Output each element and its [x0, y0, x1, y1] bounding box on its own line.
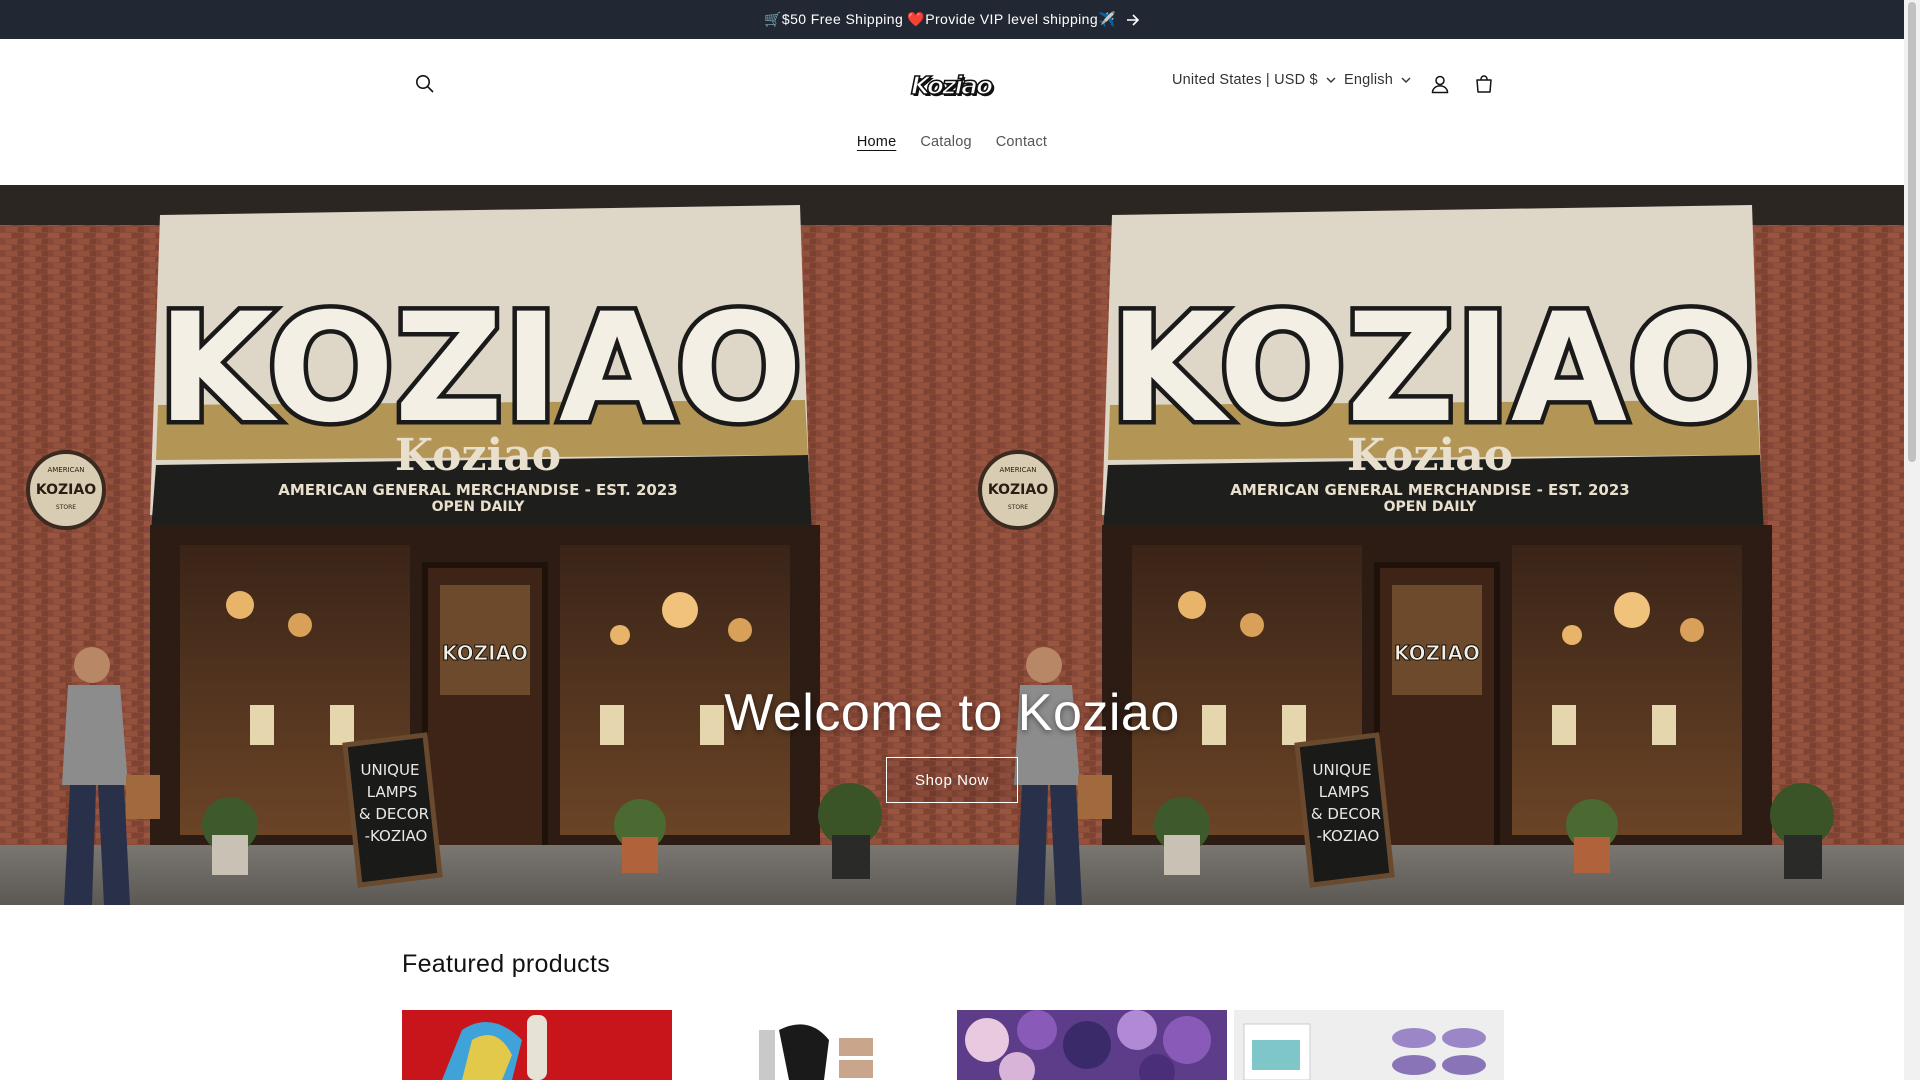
window-logo: KOZIAO: [1394, 641, 1480, 665]
window-logo: KOZIAO: [442, 641, 528, 665]
product-image: [402, 1010, 672, 1080]
sign-line-1: UNIQUE: [361, 761, 420, 779]
product-card[interactable]: [402, 1010, 672, 1080]
badge-top: AMERICAN: [999, 466, 1036, 474]
bag-icon: [1476, 75, 1492, 93]
scrollbar-thumb[interactable]: [1908, 2, 1916, 462]
page-scrollbar[interactable]: [1904, 0, 1920, 1080]
cart-button[interactable]: [1464, 64, 1504, 104]
nav-item-home[interactable]: Home: [857, 134, 896, 150]
sign-line-1: UNIQUE: [1313, 761, 1372, 779]
banner-hours: OPEN DAILY: [1384, 499, 1478, 515]
announcement-bar[interactable]: 🛒$50 Free Shipping ❤️Provide VIP level s…: [0, 0, 1904, 39]
banner-tagline: AMERICAN GENERAL MERCHANDISE - EST. 2023: [278, 481, 677, 499]
account-button[interactable]: [1420, 64, 1460, 104]
banner-tagline: AMERICAN GENERAL MERCHANDISE - EST. 2023: [1230, 481, 1629, 499]
badge-bottom: STORE: [1008, 504, 1028, 511]
storefront-image: KOZIAO Koziao AMERICAN GENERAL MERCHANDI…: [0, 185, 952, 905]
storefront-image: KOZIAO Koziao AMERICAN GENERAL MERCHANDI…: [952, 185, 1904, 905]
chevron-down-icon: [1401, 77, 1411, 83]
search-button[interactable]: [405, 64, 445, 104]
featured-products-title: Featured products: [402, 950, 610, 978]
nav-item-catalog[interactable]: Catalog: [920, 134, 971, 150]
sign-line-3: & DECOR: [359, 805, 429, 823]
sign-line-4: -KOZIAO: [1317, 827, 1380, 845]
badge-name: KOZIAO: [988, 482, 1048, 498]
sign-line-4: -KOZIAO: [365, 827, 428, 845]
chevron-down-icon: [1326, 77, 1336, 83]
badge-name: KOZIAO: [36, 482, 96, 498]
country-label: United States | USD $: [1172, 72, 1318, 88]
search-icon: [416, 75, 434, 93]
hero-image-left: KOZIAO Koziao AMERICAN GENERAL MERCHANDI…: [0, 185, 952, 905]
sign-line-2: LAMPS: [367, 783, 417, 801]
sign-line-2: LAMPS: [1319, 783, 1369, 801]
product-card[interactable]: [679, 1010, 949, 1080]
badge-top: AMERICAN: [47, 466, 84, 474]
language-label: English: [1344, 72, 1393, 88]
hero-image-right: KOZIAO Koziao AMERICAN GENERAL MERCHANDI…: [952, 185, 1904, 905]
product-image: [679, 1010, 949, 1080]
badge-bottom: STORE: [56, 504, 76, 511]
logo-text: Koziao: [910, 70, 994, 101]
banner-hours: OPEN DAILY: [432, 499, 526, 515]
sign-line-3: & DECOR: [1311, 805, 1381, 823]
arrow-right-icon[interactable]: [1126, 13, 1140, 26]
country-selector[interactable]: United States | USD $: [1172, 72, 1336, 88]
user-icon: [1431, 75, 1449, 94]
product-image: [957, 1010, 1227, 1080]
banner-name: Koziao: [395, 430, 561, 481]
announcement-text: 🛒$50 Free Shipping ❤️Provide VIP level s…: [764, 11, 1116, 27]
site-header: Koziao United States | USD $ English Hom…: [0, 39, 1904, 185]
shop-now-button[interactable]: Shop Now: [886, 757, 1018, 803]
product-grid: [402, 1010, 1504, 1080]
hero-banner: KOZIAO Koziao AMERICAN GENERAL MERCHANDI…: [0, 185, 1904, 905]
language-selector[interactable]: English: [1344, 72, 1411, 88]
product-card[interactable]: [1234, 1010, 1504, 1080]
product-image: [1234, 1010, 1504, 1080]
banner-name: Koziao: [1347, 430, 1513, 481]
main-nav: Home Catalog Contact: [0, 134, 1904, 150]
nav-item-contact[interactable]: Contact: [996, 134, 1047, 150]
site-logo[interactable]: Koziao: [910, 65, 994, 105]
product-card[interactable]: [957, 1010, 1227, 1080]
